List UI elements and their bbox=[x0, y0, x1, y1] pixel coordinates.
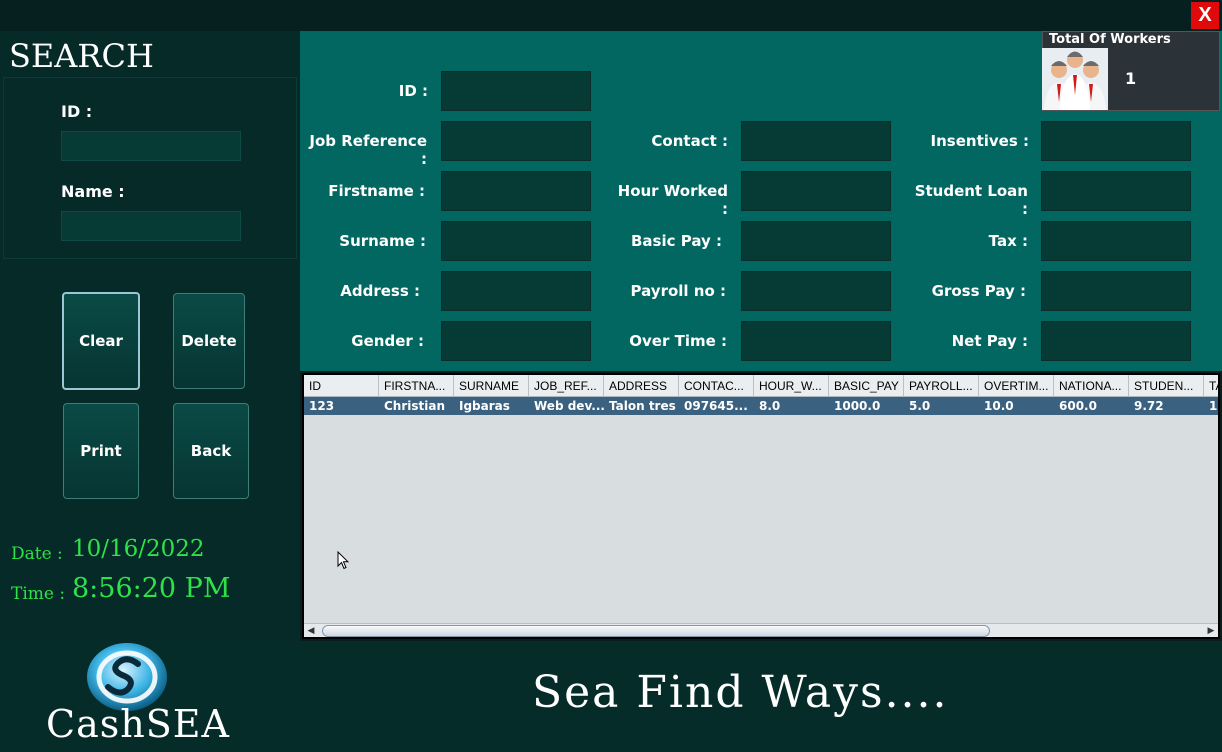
job-reference-input[interactable] bbox=[441, 121, 591, 161]
time-label: Time : bbox=[11, 584, 66, 604]
print-button[interactable]: Print bbox=[63, 403, 139, 499]
date-value: 10/16/2022 bbox=[72, 536, 205, 562]
table-cell: Talon tres bbox=[609, 399, 676, 413]
gender-label: Gender : bbox=[351, 332, 424, 350]
gross-pay-input[interactable] bbox=[1041, 271, 1191, 311]
address-input[interactable] bbox=[441, 271, 591, 311]
clear-button[interactable]: Clear bbox=[62, 292, 140, 390]
table-cell: 9.72 bbox=[1134, 399, 1164, 413]
basic-pay-label: Basic Pay : bbox=[631, 232, 722, 250]
table-cell: 5.0 bbox=[909, 399, 931, 413]
search-name-input[interactable] bbox=[61, 211, 241, 241]
back-button[interactable]: Back bbox=[173, 403, 249, 499]
brand-name: CashSEA bbox=[46, 702, 230, 746]
total-workers-count: 1 bbox=[1125, 69, 1137, 88]
tagline: Sea Find Ways.... bbox=[532, 667, 949, 718]
table-cell: Web dev... bbox=[534, 399, 604, 413]
search-name-label: Name : bbox=[61, 182, 125, 201]
hour-worked-label: Hour Worked : bbox=[617, 182, 728, 218]
table-cell: 097645... bbox=[684, 399, 748, 413]
insentives-label: Insentives : bbox=[930, 132, 1029, 150]
student-loan-label: Student Loan : bbox=[914, 182, 1028, 218]
mouse-cursor-icon bbox=[337, 551, 349, 570]
search-id-label: ID : bbox=[61, 102, 93, 121]
address-label: Address : bbox=[340, 282, 420, 300]
horizontal-scrollbar[interactable]: ◀ ▶ bbox=[304, 623, 1218, 637]
student-loan-input[interactable] bbox=[1041, 171, 1191, 211]
id-input[interactable] bbox=[441, 71, 591, 111]
column-header[interactable]: CONTAC... bbox=[679, 375, 754, 397]
close-button[interactable]: X bbox=[1191, 2, 1219, 29]
basic-pay-input[interactable] bbox=[741, 221, 891, 261]
column-header[interactable]: ADDRESS bbox=[604, 375, 679, 397]
table-cell: 1000.0 bbox=[834, 399, 881, 413]
column-header[interactable]: FIRSTNA... bbox=[379, 375, 454, 397]
table-header: ID FIRSTNA... SURNAME JOB_REF... ADDRESS… bbox=[304, 375, 1218, 397]
net-pay-input[interactable] bbox=[1041, 321, 1191, 361]
over-time-input[interactable] bbox=[741, 321, 891, 361]
column-header[interactable]: STUDEN... bbox=[1129, 375, 1204, 397]
column-header[interactable]: HOUR_W... bbox=[754, 375, 829, 397]
surname-input[interactable] bbox=[441, 221, 591, 261]
column-header[interactable]: TA bbox=[1204, 375, 1218, 397]
column-header[interactable]: NATIONA... bbox=[1054, 375, 1129, 397]
payroll-no-label: Payroll no : bbox=[630, 282, 726, 300]
table-cell: Christian bbox=[384, 399, 446, 413]
table-cell: 10.0 bbox=[984, 399, 1014, 413]
job-reference-label: Job Reference : bbox=[309, 132, 427, 168]
search-title: SEARCH bbox=[9, 37, 154, 75]
tax-input[interactable] bbox=[1041, 221, 1191, 261]
table-cell: 123 bbox=[309, 399, 335, 413]
id-label: ID : bbox=[398, 82, 428, 100]
contact-label: Contact : bbox=[651, 132, 728, 150]
total-workers-title: Total Of Workers bbox=[1049, 32, 1171, 47]
column-header[interactable]: PAYROLL... bbox=[904, 375, 979, 397]
scroll-left-icon[interactable]: ◀ bbox=[304, 624, 318, 637]
firstname-label: Firstname : bbox=[328, 182, 425, 200]
column-header[interactable]: OVERTIM... bbox=[979, 375, 1054, 397]
table-cell: 8.0 bbox=[759, 399, 781, 413]
over-time-label: Over Time : bbox=[629, 332, 727, 350]
table-cell: Igbaras bbox=[459, 399, 510, 413]
table-cell: 1 bbox=[1209, 399, 1218, 413]
tax-label: Tax : bbox=[988, 232, 1028, 250]
workers-table[interactable]: ID FIRSTNA... SURNAME JOB_REF... ADDRESS… bbox=[302, 373, 1220, 639]
people-group-icon bbox=[1042, 48, 1108, 110]
delete-button[interactable]: Delete bbox=[173, 293, 245, 389]
column-header[interactable]: BASIC_PAY bbox=[829, 375, 904, 397]
title-bar bbox=[0, 0, 1222, 31]
insentives-input[interactable] bbox=[1041, 121, 1191, 161]
search-id-input[interactable] bbox=[61, 131, 241, 161]
time-value: 8:56:20 PM bbox=[72, 573, 231, 604]
net-pay-label: Net Pay : bbox=[951, 332, 1028, 350]
table-row[interactable]: 123 Christian Igbaras Web dev... Talon t… bbox=[304, 397, 1218, 415]
payroll-no-input[interactable] bbox=[741, 271, 891, 311]
firstname-input[interactable] bbox=[441, 171, 591, 211]
date-label: Date : bbox=[11, 544, 63, 564]
column-header[interactable]: SURNAME bbox=[454, 375, 529, 397]
column-header[interactable]: ID bbox=[304, 375, 379, 397]
column-header[interactable]: JOB_REF... bbox=[529, 375, 604, 397]
contact-input[interactable] bbox=[741, 121, 891, 161]
table-cell: 600.0 bbox=[1059, 399, 1097, 413]
gender-input[interactable] bbox=[441, 321, 591, 361]
scroll-thumb[interactable] bbox=[322, 625, 990, 637]
hour-worked-input[interactable] bbox=[741, 171, 891, 211]
scroll-right-icon[interactable]: ▶ bbox=[1204, 624, 1218, 637]
gross-pay-label: Gross Pay : bbox=[931, 282, 1026, 300]
surname-label: Surname : bbox=[339, 232, 426, 250]
